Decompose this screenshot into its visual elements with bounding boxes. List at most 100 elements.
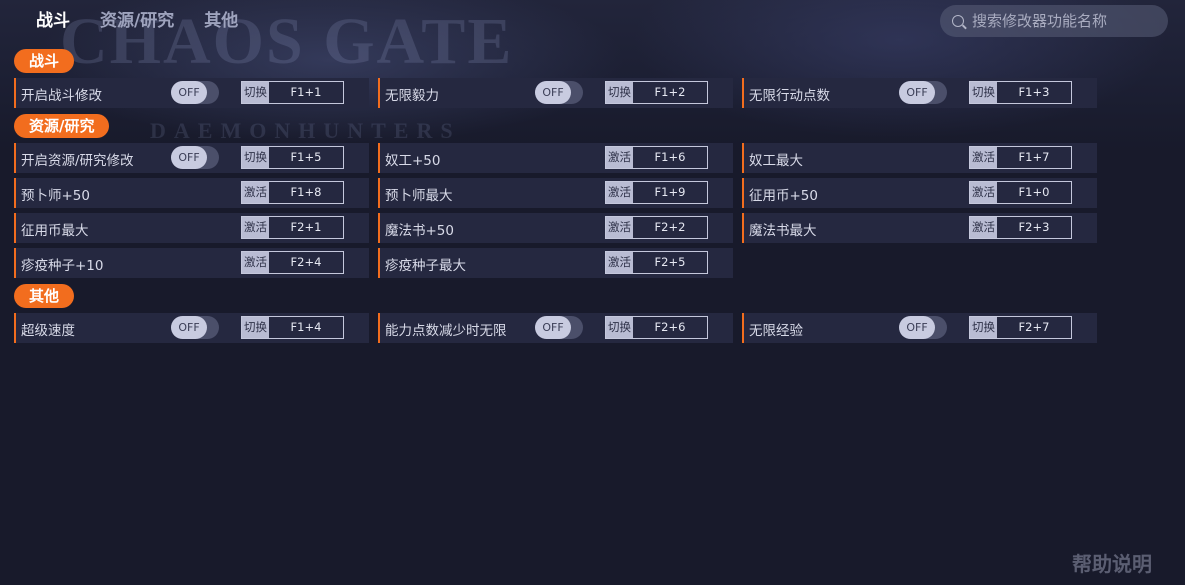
table-row: 开启资源/研究修改 OFF 切换 F1+5 奴工+50 激活 F1+6 奴工最大 激… bbox=[14, 143, 1098, 173]
cheat-label: 超级速度 bbox=[21, 323, 75, 339]
hotkey-button[interactable]: 激活 F2+2 bbox=[605, 216, 708, 239]
hotkey-key: F1+0 bbox=[1018, 185, 1050, 199]
hotkey-action: 激活 bbox=[970, 217, 997, 238]
toggle-state: OFF bbox=[535, 316, 571, 339]
hotkey-button[interactable]: 切换 F1+5 bbox=[241, 146, 344, 169]
hotkey-action: 切换 bbox=[970, 82, 997, 103]
hotkey-action: 激活 bbox=[606, 182, 633, 203]
cheat-item: 征用币最大 激活 F2+1 bbox=[14, 213, 369, 243]
hotkey-button[interactable]: 激活 F1+8 bbox=[241, 181, 344, 204]
cheat-label: 开启战斗修改 bbox=[21, 88, 102, 104]
hotkey-button[interactable]: 激活 F1+6 bbox=[605, 146, 708, 169]
help-button[interactable]: 帮助说明 bbox=[1072, 548, 1152, 577]
hotkey-key: F1+4 bbox=[290, 320, 322, 334]
hotkey-action: 切换 bbox=[242, 82, 269, 103]
hotkey-key: F1+9 bbox=[654, 185, 686, 199]
hotkey-key: F1+5 bbox=[290, 150, 322, 164]
toggle-state: OFF bbox=[171, 316, 207, 339]
hotkey-key: F2+2 bbox=[654, 220, 686, 234]
toggle-state: OFF bbox=[171, 81, 207, 104]
hotkey-button[interactable]: 激活 F1+0 bbox=[969, 181, 1072, 204]
cheat-item: 开启战斗修改 OFF 切换 F1+1 bbox=[14, 78, 369, 108]
hotkey-action: 切换 bbox=[606, 317, 633, 338]
hotkey-key: F1+1 bbox=[290, 85, 322, 99]
hotkey-action: 激活 bbox=[606, 252, 633, 273]
toggle-switch[interactable]: OFF bbox=[899, 316, 947, 339]
hotkey-button[interactable]: 激活 F1+9 bbox=[605, 181, 708, 204]
hotkey-action: 激活 bbox=[970, 182, 997, 203]
cheat-item: 魔法书+50 激活 F2+2 bbox=[378, 213, 733, 243]
hotkey-key: F1+8 bbox=[290, 185, 322, 199]
hotkey-key: F2+6 bbox=[654, 320, 686, 334]
search-icon bbox=[952, 15, 964, 27]
hotkey-action: 激活 bbox=[242, 182, 269, 203]
cheat-item: 疹疫种子+10 激活 F2+4 bbox=[14, 248, 369, 278]
tab-combat[interactable]: 战斗 bbox=[36, 9, 70, 33]
hotkey-button[interactable]: 切换 F2+7 bbox=[969, 316, 1072, 339]
hotkey-key: F2+3 bbox=[1018, 220, 1050, 234]
section-label-other: 其他 bbox=[14, 284, 75, 308]
hotkey-button[interactable]: 切换 F1+1 bbox=[241, 81, 344, 104]
hotkey-button[interactable]: 激活 F2+1 bbox=[241, 216, 344, 239]
table-row: 疹疫种子+10 激活 F2+4 疹疫种子最大 激活 F2+5 bbox=[14, 248, 1098, 278]
cheat-item: 疹疫种子最大 激活 F2+5 bbox=[378, 248, 733, 278]
cheat-label: 预卜师+50 bbox=[21, 188, 90, 204]
hotkey-button[interactable]: 激活 F1+7 bbox=[969, 146, 1072, 169]
toggle-switch[interactable]: OFF bbox=[171, 146, 219, 169]
cheat-label: 征用币+50 bbox=[749, 188, 818, 204]
hotkey-button[interactable]: 激活 F2+3 bbox=[969, 216, 1072, 239]
toggle-switch[interactable]: OFF bbox=[171, 316, 219, 339]
search-input[interactable] bbox=[972, 12, 1162, 30]
hotkey-key: F2+4 bbox=[290, 255, 322, 269]
toggle-switch[interactable]: OFF bbox=[535, 316, 583, 339]
cheat-label: 疹疫种子最大 bbox=[385, 258, 466, 274]
hotkey-key: F1+2 bbox=[654, 85, 686, 99]
cheat-item: 预卜师+50 激活 F1+8 bbox=[14, 178, 369, 208]
hotkey-key: F2+1 bbox=[290, 220, 322, 234]
cheat-label: 开启资源/研究修改 bbox=[21, 153, 134, 169]
cheat-item: 超级速度 OFF 切换 F1+4 bbox=[14, 313, 369, 343]
cheat-label: 无限经验 bbox=[749, 323, 803, 339]
cheat-item: 征用币+50 激活 F1+0 bbox=[742, 178, 1097, 208]
hotkey-action: 激活 bbox=[242, 252, 269, 273]
toggle-state: OFF bbox=[899, 316, 935, 339]
hotkey-action: 激活 bbox=[606, 147, 633, 168]
hotkey-action: 切换 bbox=[970, 317, 997, 338]
toggle-state: OFF bbox=[899, 81, 935, 104]
table-row: 开启战斗修改 OFF 切换 F1+1 无限毅力 OFF 切换 F1+2 无限行动点数… bbox=[14, 78, 1098, 108]
cheat-label: 魔法书+50 bbox=[385, 223, 454, 239]
cheat-label: 魔法书最大 bbox=[749, 223, 817, 239]
cheat-label: 无限行动点数 bbox=[749, 88, 830, 104]
section-label-resources-research: 资源/研究 bbox=[14, 114, 110, 138]
cheat-label: 征用币最大 bbox=[21, 223, 89, 239]
hotkey-key: F1+7 bbox=[1018, 150, 1050, 164]
hotkey-key: F1+6 bbox=[654, 150, 686, 164]
toggle-state: OFF bbox=[535, 81, 571, 104]
cheat-item: 能力点数减少时无限 OFF 切换 F2+6 bbox=[378, 313, 733, 343]
tab-other[interactable]: 其他 bbox=[204, 9, 238, 33]
hotkey-button[interactable]: 切换 F2+6 bbox=[605, 316, 708, 339]
cheat-item: 魔法书最大 激活 F2+3 bbox=[742, 213, 1097, 243]
hotkey-key: F1+3 bbox=[1018, 85, 1050, 99]
tab-resources-research[interactable]: 资源/研究 bbox=[100, 9, 174, 33]
hotkey-key: F2+7 bbox=[1018, 320, 1050, 334]
hotkey-action: 激活 bbox=[242, 217, 269, 238]
hotkey-button[interactable]: 切换 F1+2 bbox=[605, 81, 708, 104]
cheat-label: 奴工最大 bbox=[749, 153, 803, 169]
hotkey-button[interactable]: 激活 F2+4 bbox=[241, 251, 344, 274]
cheat-label: 疹疫种子+10 bbox=[21, 258, 104, 274]
hotkey-button[interactable]: 切换 F1+3 bbox=[969, 81, 1072, 104]
cheat-item: 预卜师最大 激活 F1+9 bbox=[378, 178, 733, 208]
toggle-switch[interactable]: OFF bbox=[171, 81, 219, 104]
hotkey-button[interactable]: 激活 F2+5 bbox=[605, 251, 708, 274]
cheat-item: 无限经验 OFF 切换 F2+7 bbox=[742, 313, 1097, 343]
hotkey-action: 激活 bbox=[970, 147, 997, 168]
hotkey-action: 激活 bbox=[606, 217, 633, 238]
search-box[interactable] bbox=[940, 5, 1168, 37]
toggle-switch[interactable]: OFF bbox=[535, 81, 583, 104]
toggle-switch[interactable]: OFF bbox=[899, 81, 947, 104]
hotkey-key: F2+5 bbox=[654, 255, 686, 269]
hotkey-button[interactable]: 切换 F1+4 bbox=[241, 316, 344, 339]
hotkey-action: 切换 bbox=[606, 82, 633, 103]
table-row: 征用币最大 激活 F2+1 魔法书+50 激活 F2+2 魔法书最大 激活 F2+3 bbox=[14, 213, 1098, 243]
